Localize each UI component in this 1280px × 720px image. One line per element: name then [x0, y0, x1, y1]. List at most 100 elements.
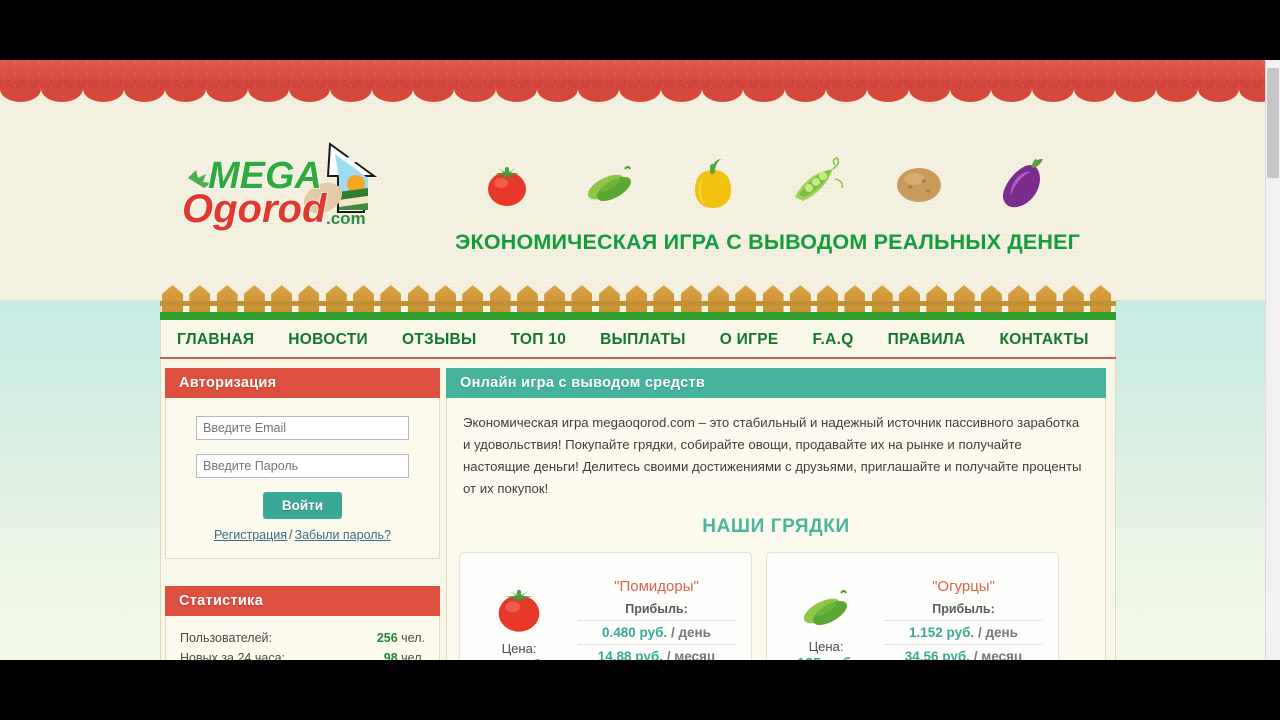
- register-link[interactable]: Регистрация: [214, 528, 287, 542]
- nav-item-8[interactable]: КОНТАКТЫ: [982, 331, 1105, 349]
- roof-scallop-tooth: [1156, 88, 1198, 102]
- sidebar: Авторизация Войти Регистрация/Забыли пар…: [165, 368, 440, 660]
- roof-scallop-tooth: [867, 88, 909, 102]
- fence-decoration: [160, 285, 1116, 320]
- roof-scallop-tooth: [1032, 88, 1074, 102]
- stat-label: Новых за 24 часа:: [180, 651, 285, 660]
- nav-item-6[interactable]: F.A.Q: [796, 331, 871, 349]
- bed-card-left: Цена:135 руб.: [767, 575, 885, 660]
- roof-scallop-tooth: [536, 88, 579, 102]
- letterbox-top: [0, 0, 1280, 60]
- nav-item-0[interactable]: ГЛАВНАЯ: [160, 331, 271, 349]
- site-logo[interactable]: MEGA Ogorod .com: [178, 140, 418, 232]
- tomato-icon: [455, 155, 558, 211]
- fence-picket: [433, 285, 460, 313]
- main-panel-body: Экономическая игра megaoqorod.com – это …: [446, 398, 1106, 660]
- bed-card[interactable]: Цена:60 руб. "Помидоры" Прибыль: 0.480 руб.…: [459, 552, 752, 660]
- stats-panel-title: Статистика: [165, 586, 440, 616]
- fence-picket: [351, 285, 378, 313]
- nav-item-1[interactable]: НОВОСТИ: [271, 331, 385, 349]
- nav-item-2[interactable]: ОТЗЫВЫ: [385, 331, 494, 349]
- roof-scallop-tooth: [330, 88, 372, 102]
- site-tagline: ЭКОНОМИЧЕСКАЯ ИГРА С ВЫВОДОМ РЕАЛЬНЫХ ДЕ…: [455, 230, 1081, 254]
- roof-scallop-tooth: [1073, 88, 1116, 102]
- fence-picket: [1006, 285, 1033, 313]
- nav-item-5[interactable]: О ИГРЕ: [703, 331, 796, 349]
- auth-links: Регистрация / Забыли пароль?: [196, 528, 409, 542]
- nav-item-3[interactable]: ТОП 10: [494, 331, 584, 349]
- bed-profit-label: Прибыль:: [932, 601, 995, 616]
- bed-profit-month: 34.56 руб. / месяц: [904, 648, 1023, 661]
- roof-scallop-edge: [0, 88, 1280, 102]
- cucumber-icon: [558, 155, 661, 211]
- fence-picket: [842, 285, 869, 313]
- roof-scallop-tooth: [702, 88, 744, 102]
- roof-scallop-tooth: [949, 88, 992, 102]
- fence-picket: [215, 285, 242, 313]
- bed-profit-label: Прибыль:: [625, 601, 688, 616]
- fence-picket: [1034, 285, 1061, 313]
- fence-picket: [488, 285, 515, 313]
- stat-value: 98 чел.: [383, 651, 425, 660]
- fence-picket: [542, 285, 569, 313]
- bed-card[interactable]: Цена:135 руб. "Огурцы" Прибыль: 1.152 руб. …: [766, 552, 1059, 660]
- roof-scallop-tooth: [454, 88, 496, 102]
- page-scrollbar[interactable]: [1265, 60, 1280, 660]
- bed-profit-day: 0.480 руб. / день: [601, 624, 711, 640]
- fence-rail: [160, 301, 1116, 306]
- fence-picket: [651, 285, 678, 313]
- roof-scallop-tooth: [1115, 88, 1157, 102]
- roof-scallop-tooth: [991, 88, 1033, 102]
- nav-item-7[interactable]: ПРАВИЛА: [871, 331, 983, 349]
- svg-text:Ogorod: Ogorod: [182, 187, 328, 231]
- email-field[interactable]: [196, 416, 409, 440]
- fence-picket: [296, 285, 323, 313]
- stat-row: Новых за 24 часа: 98 чел.: [180, 648, 425, 660]
- roof-scallop-tooth: [784, 88, 826, 102]
- roof-scallop-tooth: [743, 88, 785, 102]
- fence-picket: [1061, 285, 1088, 313]
- peas-icon: [764, 155, 867, 211]
- stat-value: 256 чел.: [376, 631, 425, 645]
- scrollbar-thumb[interactable]: [1267, 68, 1279, 178]
- eggplant-icon: [970, 154, 1073, 212]
- beds-grid: Цена:60 руб. "Помидоры" Прибыль: 0.480 руб.…: [447, 552, 1105, 660]
- login-button[interactable]: Войти: [262, 492, 343, 519]
- fence-picket: [460, 285, 487, 313]
- nav-item-4[interactable]: ВЫПЛАТЫ: [583, 331, 703, 349]
- links-separator: /: [289, 528, 293, 542]
- fence-picket: [269, 285, 296, 313]
- password-field[interactable]: [196, 454, 409, 478]
- fence-picket: [815, 285, 842, 313]
- bed-profit-month: 14.88 руб. / месяц: [597, 648, 716, 661]
- grass-strip: [160, 312, 1116, 320]
- fence-picket: [378, 285, 405, 313]
- bed-profit-day: 1.152 руб. / день: [908, 624, 1018, 640]
- fence-picket: [406, 285, 433, 313]
- fence-picket: [924, 285, 951, 313]
- bed-card-right: "Огурцы" Прибыль: 1.152 руб. / день 34.56 р…: [885, 578, 1058, 661]
- fence-picket: [324, 285, 351, 313]
- roof-scallop-tooth: [206, 88, 248, 102]
- fence-picket: [624, 285, 651, 313]
- roof-scallop-tooth: [619, 88, 661, 102]
- bed-price-label: Цена:: [501, 640, 537, 656]
- roof-scallop-tooth: [0, 88, 42, 102]
- fence-picket: [979, 285, 1006, 313]
- bed-price-label: Цена:: [808, 638, 844, 654]
- roof-scallop-tooth: [578, 88, 620, 102]
- roof-scallop-tooth: [371, 88, 413, 102]
- fence-picket: [870, 285, 897, 313]
- roof-scallop-tooth: [247, 88, 290, 102]
- header-vegetable-icons: [455, 147, 1075, 219]
- main-navigation[interactable]: ГЛАВНАЯ НОВОСТИ ОТЗЫВЫ ТОП 10 ВЫПЛАТЫ О ИГРЕ F…: [160, 322, 1116, 358]
- fence-picket: [242, 285, 269, 313]
- main-panel: Онлайн игра с выводом средств Экономичес…: [446, 368, 1106, 660]
- fence-picket: [515, 285, 542, 313]
- main-column: Онлайн игра с выводом средств Экономичес…: [446, 368, 1106, 660]
- stats-panel-body: Пользователей: 256 чел. Новых за 24 часа: 9…: [165, 616, 440, 660]
- fence-picket: [706, 285, 733, 313]
- forgot-password-link[interactable]: Забыли пароль?: [295, 528, 392, 542]
- roof-scallop-tooth: [41, 88, 83, 102]
- roof-scallop-tooth: [908, 88, 950, 102]
